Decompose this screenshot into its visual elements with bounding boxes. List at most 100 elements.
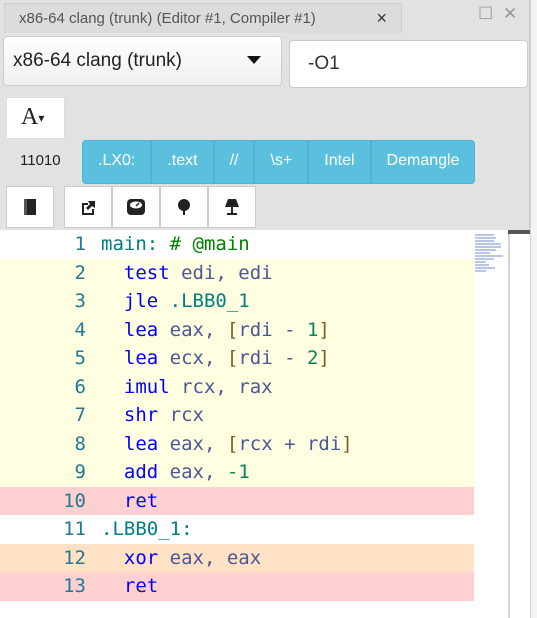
- filter-comments[interactable]: //: [215, 141, 256, 183]
- code-token: ret: [123, 575, 159, 597]
- code-text: .LBB0_1:: [100, 515, 474, 544]
- lamp-icon[interactable]: [208, 186, 256, 228]
- external-link-icon[interactable]: [64, 186, 112, 228]
- minimap[interactable]: [475, 234, 503, 272]
- filter-labels[interactable]: .LX0:: [83, 141, 153, 183]
- code-token: ecx,: [169, 347, 227, 369]
- code-line[interactable]: 11 .LBB0_1:: [0, 515, 474, 544]
- compiler-options-input[interactable]: -O1: [289, 40, 528, 88]
- code-text: add eax, -1: [100, 458, 474, 487]
- code-line[interactable]: 1 main: # @main: [0, 230, 474, 259]
- minimap-line: [475, 267, 495, 269]
- code-token: test: [123, 261, 170, 284]
- close-pane-icon[interactable]: ✕: [503, 4, 517, 24]
- code-text: imul rcx, rax: [100, 373, 474, 402]
- minimap-line: [475, 246, 501, 248]
- code-token: ret: [123, 489, 159, 512]
- code-line[interactable]: 12 xor eax, eax: [0, 543, 474, 573]
- filter-intel[interactable]: Intel: [309, 141, 372, 183]
- code-token: -1: [226, 461, 250, 483]
- compiler-tab[interactable]: x86-64 clang (trunk) (Editor #1, Compile…: [4, 3, 402, 33]
- line-number: 7: [74, 404, 86, 426]
- vertical-scrollbar[interactable]: [510, 230, 530, 618]
- code-line[interactable]: 8 lea eax, [rcx + rdi]: [0, 429, 474, 458]
- tree-icon[interactable]: [160, 186, 208, 228]
- compiler-select[interactable]: x86-64 clang (trunk): [3, 36, 282, 86]
- code-line[interactable]: 2 test edi, edi: [0, 258, 474, 288]
- scrollbar-thumb[interactable]: [508, 230, 530, 234]
- code-token: rcx, rax: [181, 375, 273, 398]
- code-token: rcx + rdi: [238, 432, 342, 455]
- code-text: lea eax, [rdi - 1]: [100, 316, 474, 345]
- code-token: edi, edi: [181, 261, 273, 284]
- code-token: [: [226, 318, 239, 341]
- code-token: main:: [101, 233, 159, 255]
- line-number: 12: [63, 546, 86, 569]
- line-number: 2: [74, 261, 86, 284]
- filter-whitespace[interactable]: \s+: [255, 141, 310, 183]
- tab-title: x86-64 clang (trunk) (Editor #1, Compile…: [19, 10, 316, 27]
- line-number: 3: [74, 290, 86, 312]
- code-text: main: # @main: [100, 230, 474, 259]
- code-token: rdi -: [238, 318, 307, 341]
- toolbar-left: [6, 186, 54, 228]
- code-text: ret: [100, 572, 474, 601]
- line-number: 9: [74, 461, 86, 483]
- minimap-line: [475, 240, 494, 242]
- code-token: eax,: [169, 318, 227, 341]
- code-text: jle .LBB0_1: [100, 287, 474, 316]
- compiler-selected: x86-64 clang (trunk): [13, 50, 182, 71]
- assembly-output[interactable]: 1 main: # @main 2 test edi, edi 3 jle .LBB0…: [0, 230, 508, 618]
- gauge-icon[interactable]: [112, 186, 160, 228]
- minimap-line: [475, 264, 489, 266]
- code-token: ]: [318, 347, 330, 369]
- code-token: add: [123, 461, 159, 483]
- code-token: ]: [341, 432, 353, 455]
- code-line[interactable]: 10 ret: [0, 486, 474, 515]
- code-token: imul: [123, 375, 170, 398]
- binary-toggle[interactable]: 11010: [20, 152, 61, 169]
- code-token: 1: [306, 318, 319, 341]
- code-text: xor eax, eax: [100, 544, 474, 573]
- code-line[interactable]: 5 lea ecx, [rdi - 2]: [0, 344, 474, 373]
- line-number: 8: [74, 432, 86, 455]
- minimap-line: [475, 237, 496, 239]
- minimap-line: [475, 255, 503, 257]
- code-line[interactable]: 7 shr rcx: [0, 401, 474, 430]
- line-number: 6: [74, 375, 86, 398]
- code-line[interactable]: 3 jle .LBB0_1: [0, 287, 474, 316]
- code-line[interactable]: 4 lea eax, [rdi - 1]: [0, 315, 474, 345]
- close-tab-icon[interactable]: ×: [376, 8, 387, 29]
- book-icon[interactable]: [6, 186, 54, 228]
- filter-buttons: .LX0: .text // \s+ Intel Demangle: [82, 140, 476, 184]
- line-number: 1: [74, 233, 86, 255]
- font-size-button[interactable]: A▾: [6, 97, 65, 139]
- code-token: eax, eax: [169, 546, 262, 569]
- code-line[interactable]: 9 add eax, -1: [0, 458, 474, 487]
- line-number: 10: [63, 489, 86, 512]
- code-text: test edi, edi: [100, 259, 474, 288]
- maximize-icon[interactable]: ☐: [478, 4, 493, 24]
- chevron-down-icon: [247, 56, 261, 64]
- code-text: shr rcx: [100, 401, 474, 430]
- font-button-label: A: [21, 104, 39, 130]
- code-line[interactable]: 13 ret: [0, 572, 474, 601]
- filter-directives[interactable]: .text: [152, 141, 215, 183]
- filter-demangle[interactable]: Demangle: [372, 141, 475, 183]
- line-number: 5: [74, 347, 86, 369]
- code-line[interactable]: 6 imul rcx, rax: [0, 372, 474, 402]
- minimap-line: [475, 234, 494, 236]
- code-token: jle: [123, 290, 159, 312]
- minimap-line: [475, 249, 496, 251]
- code-token: lea: [123, 432, 159, 455]
